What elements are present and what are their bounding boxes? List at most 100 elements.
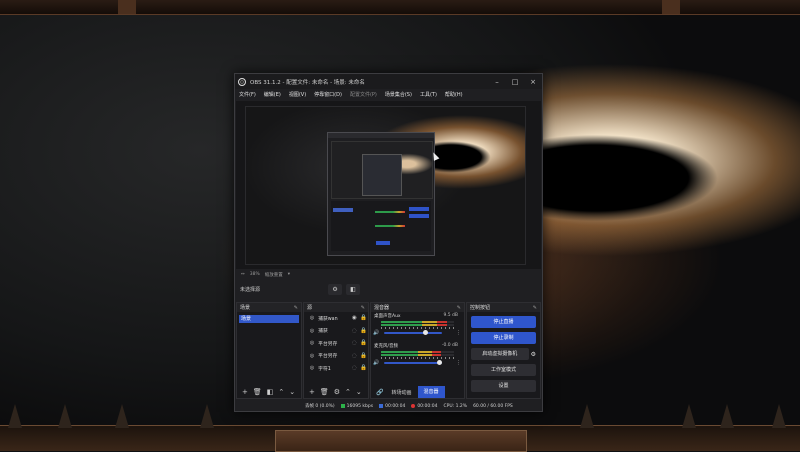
- zoom-level[interactable]: 38%: [250, 272, 260, 277]
- start-virtual-camera-button[interactable]: 启动虚拟摄像机: [471, 348, 529, 360]
- window-title: OBS 31.1.2 - 配置文件: 未命名 - 场景: 未命名: [250, 79, 365, 86]
- chevron-down-icon[interactable]: ▾: [288, 272, 290, 277]
- source-row[interactable]: ◎ 捕获wan ◉ 🔒: [304, 312, 368, 325]
- scene-item[interactable]: 场景: [239, 315, 299, 323]
- zoom-reset[interactable]: 缩放重置: [265, 272, 283, 278]
- program-preview[interactable]: [245, 106, 526, 265]
- frame-spike: [580, 404, 594, 428]
- volume-knob[interactable]: [423, 330, 429, 335]
- obs-logo-icon: [238, 77, 246, 86]
- stop-recording-button[interactable]: 停止录制: [471, 332, 536, 344]
- undock-icon[interactable]: ✎: [361, 305, 365, 311]
- scenes-header: 场景 ✎: [237, 303, 301, 312]
- remove-source-icon[interactable]: 🗑: [320, 388, 329, 396]
- add-source-icon[interactable]: +: [309, 388, 315, 396]
- stream-time: 00:00:04: [379, 404, 405, 409]
- gear-icon[interactable]: ⋮: [456, 360, 461, 366]
- source-row[interactable]: ◎ 平台另存 ◌ 🔒: [304, 350, 368, 363]
- menu-scene-collection[interactable]: 场景集合(S): [385, 91, 412, 98]
- frame-spike: [200, 404, 214, 428]
- close-button[interactable]: ×: [524, 78, 542, 86]
- eye-hidden-icon[interactable]: ◌: [350, 365, 359, 371]
- filter-icon[interactable]: ◧: [346, 283, 361, 295]
- mixer-channel: 桌面声音Aux 9.5 dB 🔊 ⋮: [371, 312, 464, 342]
- eye-hidden-icon[interactable]: ◌: [350, 328, 359, 334]
- game-capture-icon: ◎: [309, 327, 315, 334]
- lock-icon[interactable]: 🔒: [359, 328, 368, 334]
- nested-meter: [375, 211, 405, 213]
- gear-icon[interactable]: ⋮: [456, 330, 461, 336]
- undock-icon[interactable]: ✎: [457, 305, 461, 311]
- game-capture-icon: ◎: [309, 315, 315, 322]
- mixer-footer: 🔗 转场动画 混音器: [371, 386, 464, 398]
- move-up-icon[interactable]: ⌃: [278, 388, 284, 396]
- eye-hidden-icon[interactable]: ◌: [350, 340, 359, 346]
- frame-ornament: [662, 0, 680, 14]
- tab-transitions[interactable]: 转场动画: [391, 389, 411, 396]
- channel-db: -0.0 dB: [441, 343, 458, 348]
- filter-icon[interactable]: ◧: [267, 388, 274, 396]
- record-time-value: 00:00:04: [417, 403, 438, 409]
- controls-title: 控制按钮: [470, 305, 491, 311]
- tab-mixer[interactable]: 混音器: [417, 386, 445, 398]
- fps-indicator: 60.00 / 60.00 FPS: [473, 403, 513, 409]
- studio-mode-button[interactable]: 工作室模式: [471, 364, 536, 376]
- source-row[interactable]: ◎ 捕获 ◌ 🔒: [304, 325, 368, 338]
- speaker-icon[interactable]: 🔊: [373, 360, 379, 366]
- speaker-icon[interactable]: 🔊: [373, 330, 379, 336]
- scenes-dock: 场景 ✎ 场景 + 🗑 ◧ ⌃ ⌄: [236, 302, 302, 399]
- zoom-dropdown-icon[interactable]: ↔: [241, 272, 245, 277]
- record-time: 00:00:04: [411, 403, 438, 409]
- menu-file[interactable]: 文件(F): [239, 91, 256, 98]
- menu-edit[interactable]: 编辑(E): [264, 91, 281, 98]
- meter-fill: [381, 324, 447, 326]
- channel-name: 麦克风/音频: [374, 344, 399, 349]
- minimize-button[interactable]: –: [488, 78, 506, 86]
- move-down-icon[interactable]: ⌄: [356, 388, 362, 396]
- undock-icon[interactable]: ✎: [533, 305, 537, 311]
- signal-icon: [340, 404, 345, 408]
- menu-profile[interactable]: 配置文件(P): [350, 91, 377, 98]
- eye-icon[interactable]: ◉: [350, 315, 359, 321]
- scenes-title: 场景: [240, 305, 251, 311]
- menu-help[interactable]: 帮助(H): [445, 91, 463, 98]
- lock-icon[interactable]: 🔒: [359, 353, 368, 359]
- nested-button: [409, 214, 429, 218]
- menu-docks[interactable]: 停靠窗口(D): [314, 91, 342, 98]
- menu-tools[interactable]: 工具(T): [420, 91, 437, 98]
- lock-icon[interactable]: 🔒: [359, 340, 368, 346]
- undock-icon[interactable]: ✎: [294, 305, 298, 311]
- title-bar[interactable]: OBS 31.1.2 - 配置文件: 未命名 - 场景: 未命名 – □ ×: [235, 74, 542, 89]
- menu-view[interactable]: 视图(V): [289, 91, 306, 98]
- lock-icon[interactable]: 🔒: [359, 365, 368, 371]
- volume-knob[interactable]: [436, 360, 442, 365]
- link-icon[interactable]: 🔗: [376, 389, 383, 396]
- gear-icon[interactable]: ⚙: [328, 283, 343, 295]
- game-capture-icon: ◎: [309, 352, 315, 359]
- menu-bar: 文件(F) 编辑(E) 视图(V) 停靠窗口(D) 配置文件(P) 场景集合(S…: [235, 89, 542, 100]
- preview-area[interactable]: [236, 101, 541, 269]
- mixer-title: 混音器: [374, 305, 390, 311]
- nested-inner-window: [362, 154, 402, 196]
- controls-header: 控制按钮 ✎: [467, 303, 540, 312]
- settings-button[interactable]: 设置: [471, 380, 536, 392]
- remove-scene-icon[interactable]: 🗑: [253, 388, 262, 396]
- audio-mixer-dock: 混音器 ✎ 桌面声音Aux 9.5 dB 🔊 ⋮ 麦克风/音频 -0.0 dB …: [370, 302, 465, 399]
- lock-icon[interactable]: 🔒: [359, 315, 368, 321]
- eye-hidden-icon[interactable]: ◌: [350, 353, 359, 359]
- volume-slider[interactable]: [384, 360, 442, 365]
- source-row[interactable]: ◎ 字符1 ◌ 🔒: [304, 362, 368, 375]
- source-name: 平台另存: [318, 354, 338, 360]
- sources-title: 源: [307, 305, 313, 311]
- gear-icon[interactable]: ⚙: [334, 388, 340, 396]
- maximize-button[interactable]: □: [506, 78, 524, 86]
- add-scene-icon[interactable]: +: [242, 388, 248, 396]
- level-meter: [381, 324, 454, 326]
- stop-streaming-button[interactable]: 停止直播: [471, 316, 536, 328]
- gear-icon[interactable]: ⚙: [531, 351, 536, 358]
- move-up-icon[interactable]: ⌃: [345, 388, 351, 396]
- volume-slider[interactable]: [384, 330, 442, 335]
- stream-time-value: 00:00:04: [385, 403, 406, 409]
- move-down-icon[interactable]: ⌄: [289, 388, 295, 396]
- source-row[interactable]: ◎ 平台另存 ◌ 🔒: [304, 337, 368, 350]
